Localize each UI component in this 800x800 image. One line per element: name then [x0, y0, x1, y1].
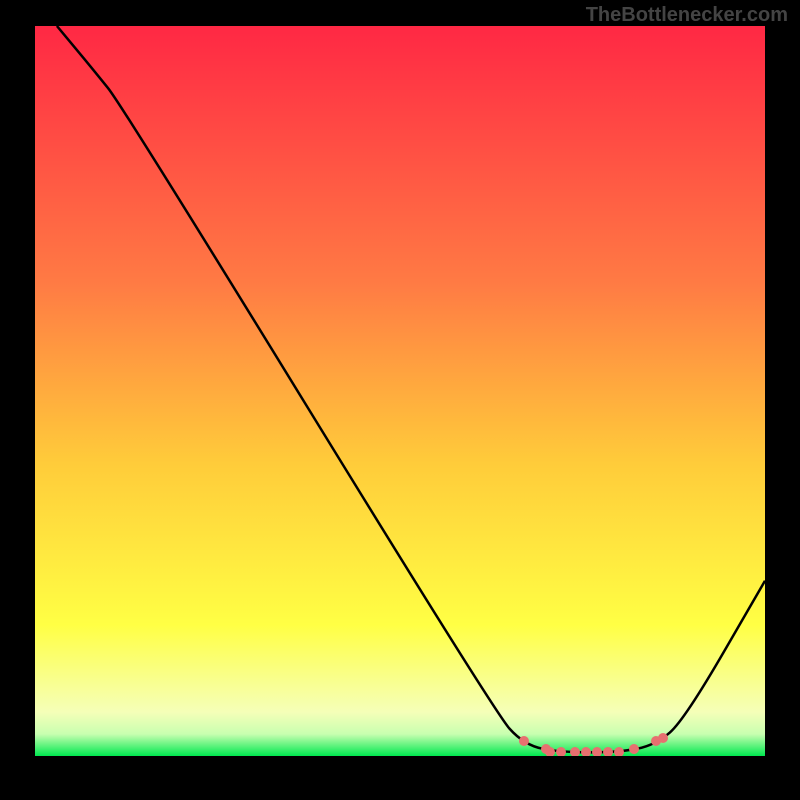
source-attribution: TheBottlenecker.com	[586, 4, 788, 27]
gradient-background	[35, 26, 765, 756]
chart-container	[35, 26, 765, 756]
